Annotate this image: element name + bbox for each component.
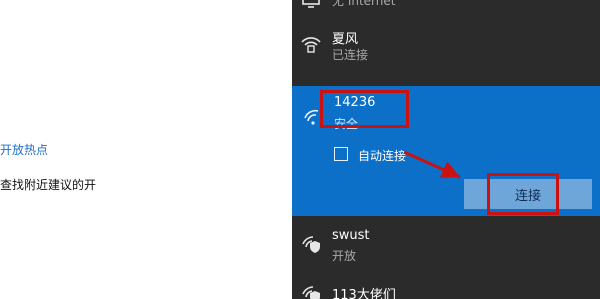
settings-page: 开放热点 查找附近建议的开 xyxy=(0,0,292,299)
monitor-icon xyxy=(300,0,322,14)
network-row-14236-selected[interactable]: 14236 安全 自动连接 连接 xyxy=(292,86,600,216)
auto-connect-checkbox[interactable] xyxy=(334,147,348,161)
network-row-swust[interactable]: swust 开放 xyxy=(292,226,600,266)
wifi-shield-icon xyxy=(300,282,322,299)
network-row-top: 无 Internet xyxy=(292,0,600,10)
connect-button[interactable]: 连接 xyxy=(464,179,592,209)
network-status: 已连接 xyxy=(332,48,369,62)
hotspot-link[interactable]: 开放热点 xyxy=(0,141,48,158)
network-name: 14236 xyxy=(334,95,376,110)
network-status: 安全 xyxy=(334,117,359,131)
auto-connect-label[interactable]: 自动连接 xyxy=(358,147,406,164)
network-row-xiafeng[interactable]: 夏风 已连接 xyxy=(292,22,600,62)
top-network-status: 无 Internet xyxy=(332,0,396,8)
network-name: 夏风 xyxy=(332,32,359,47)
nearby-suggestions-text: 查找附近建议的开 xyxy=(0,178,97,192)
network-name: 113大佬们 xyxy=(332,288,396,299)
wifi-shield-icon xyxy=(300,232,322,254)
network-name: swust xyxy=(332,228,370,243)
network-row-113[interactable]: 113大佬们 xyxy=(292,276,600,299)
wifi-icon xyxy=(302,106,324,128)
network-status: 开放 xyxy=(332,249,357,263)
wifi-locked-icon xyxy=(300,33,322,55)
